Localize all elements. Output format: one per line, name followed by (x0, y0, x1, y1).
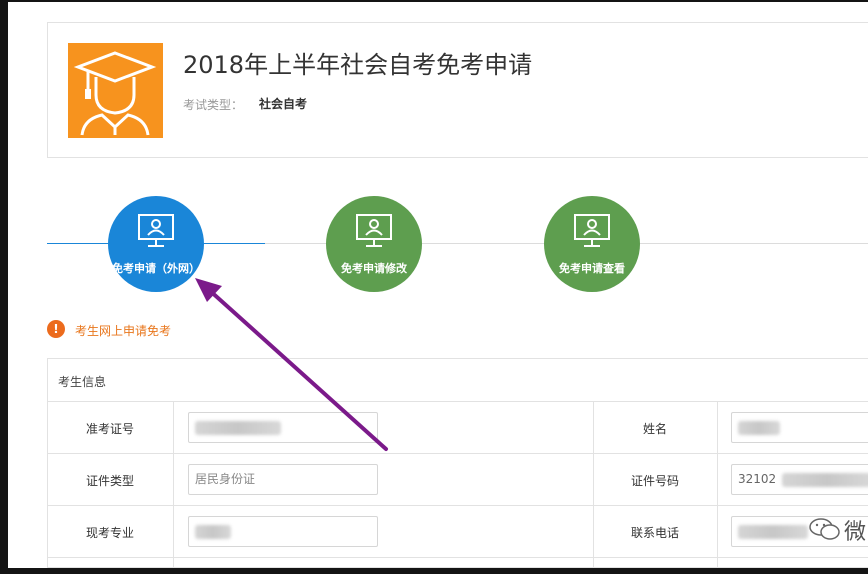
row-divider (48, 453, 868, 454)
watermark-text: 微 (844, 520, 867, 545)
redacted-value (195, 420, 281, 435)
step-apply-modify[interactable]: 免考申请修改 (326, 196, 422, 292)
panel-title: 考生信息 (58, 375, 107, 389)
redacted-value (195, 524, 231, 539)
wechat-icon (809, 518, 840, 540)
col-divider (173, 401, 174, 567)
student-info-panel: 考生信息 准考证号 姓名 证件类型 居民身份证 证件号码 32102 现考专业 … (47, 358, 868, 568)
redacted-value (738, 524, 808, 539)
admission-number-label: 准考证号 (85, 422, 134, 436)
exclamation-icon: ! (47, 320, 65, 338)
major-label: 现考专业 (85, 526, 134, 540)
redacted-value (738, 420, 780, 435)
step-apply-view[interactable]: 免考申请查看 (544, 196, 640, 292)
admission-number-field[interactable] (188, 412, 378, 443)
row-divider (48, 557, 868, 558)
row-divider (48, 401, 868, 402)
exam-type-value: 社会自考 (259, 97, 308, 111)
step-label: 免考申请修改 (341, 262, 407, 275)
monitor-user-icon (356, 214, 392, 247)
wechat-watermark: 微 (808, 514, 868, 545)
exam-type-label: 考试类型： (183, 98, 244, 112)
monitor-user-icon (138, 214, 174, 247)
id-type-field[interactable]: 居民身份证 (188, 464, 378, 495)
id-number-field[interactable]: 32102 (731, 464, 868, 495)
header-card: 2018年上半年社会自考免考申请 考试类型： 社会自考 (47, 22, 868, 158)
id-type-label: 证件类型 (85, 474, 134, 488)
step-label: 免考申请（外网） (112, 262, 200, 275)
graduate-avatar-icon (68, 43, 163, 138)
redacted-value (782, 472, 868, 487)
monitor-user-icon (574, 214, 610, 247)
page-title: 2018年上半年社会自考免考申请 (183, 51, 533, 79)
page-frame: 2018年上半年社会自考免考申请 考试类型： 社会自考 免考申请（外网） 免考申… (8, 2, 868, 568)
name-label: 姓名 (642, 422, 667, 436)
step-label: 免考申请查看 (559, 262, 625, 275)
name-field[interactable] (731, 412, 868, 443)
step-apply-external[interactable]: 免考申请（外网） (108, 196, 204, 292)
id-number-prefix: 32102 (738, 472, 777, 486)
col-divider (717, 401, 718, 567)
notice-text: 考生网上申请免考 (75, 324, 172, 338)
phone-label: 联系电话 (630, 526, 679, 540)
row-divider (48, 505, 868, 506)
id-number-label: 证件号码 (630, 474, 679, 488)
major-field[interactable] (188, 516, 378, 547)
